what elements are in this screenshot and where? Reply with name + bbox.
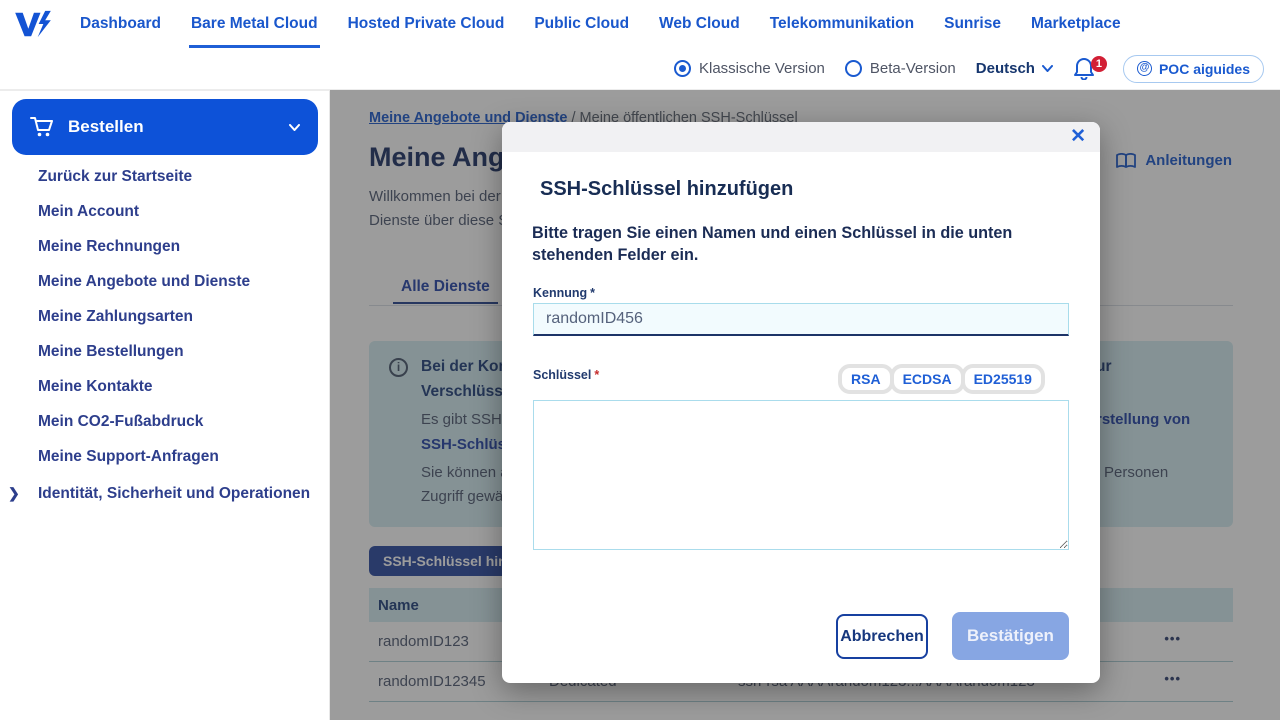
language-label: Deutsch: [975, 60, 1035, 77]
ovh-logo-icon: [15, 10, 51, 38]
nav-marketplace[interactable]: Marketplace: [1029, 0, 1123, 48]
order-button-label: Bestellen: [68, 117, 144, 136]
key-type-toggle-group: RSA ECDSA ED25519: [838, 364, 1045, 394]
beta-version-radio[interactable]: Beta-Version: [844, 60, 956, 77]
key-field-label: Schlüssel *: [533, 368, 599, 382]
notifications-button[interactable]: 1: [1073, 55, 1107, 82]
chevron-down-icon: [1041, 65, 1053, 72]
notification-badge: 1: [1090, 55, 1107, 72]
radio-unselected-icon[interactable]: [844, 60, 862, 77]
cancel-button[interactable]: Abbrechen: [836, 614, 928, 659]
modal-description: Bitte tragen Sie einen Namen und einen S…: [532, 224, 1013, 264]
user-icon: @: [1136, 61, 1152, 76]
sidebar-item-kontakte[interactable]: Meine Kontakte: [0, 369, 329, 404]
app-frame: Dashboard Bare Metal Cloud Hosted Privat…: [0, 0, 1280, 720]
sidebar-item-co2[interactable]: Mein CO2-Fußabdruck: [0, 404, 329, 439]
key-textarea[interactable]: [533, 400, 1069, 550]
sidebar-item-rechnungen[interactable]: Meine Rechnungen: [0, 229, 329, 264]
modal-header-strip: ✕: [502, 122, 1100, 152]
nav-sunrise[interactable]: Sunrise: [942, 0, 1003, 48]
chevron-down-icon: [289, 123, 300, 131]
top-header: Dashboard Bare Metal Cloud Hosted Privat…: [0, 0, 1280, 48]
key-label-text: Schlüssel: [533, 368, 592, 382]
nav-web-cloud[interactable]: Web Cloud: [657, 0, 742, 48]
classic-version-label: Klassische Version: [698, 60, 825, 77]
close-icon[interactable]: ✕: [1070, 124, 1086, 150]
nav-bare-metal-cloud[interactable]: Bare Metal Cloud: [188, 0, 320, 48]
sidebar-item-angebote-dienste[interactable]: Meine Angebote und Dienste: [0, 264, 329, 299]
account-button[interactable]: @ POC aiguides: [1122, 54, 1264, 83]
sidebar-item-identitaet[interactable]: ❯ Identität, Sicherheit und Operationen: [0, 476, 329, 511]
chevron-right-icon: ❯: [8, 485, 20, 501]
language-selector[interactable]: Deutsch: [976, 60, 1053, 77]
sidebar: Bestellen Zurück zur Startseite Mein Acc…: [0, 90, 330, 720]
sidebar-item-mein-account[interactable]: Mein Account: [0, 194, 329, 229]
key-type-ed25519-button[interactable]: ED25519: [960, 364, 1045, 394]
beta-version-label: Beta-Version: [869, 60, 956, 77]
secondary-header: Klassische Version Beta-Version Deutsch …: [0, 48, 1280, 90]
nav-hosted-private-cloud[interactable]: Hosted Private Cloud: [346, 0, 507, 48]
name-field-label: Kennung *: [533, 286, 595, 300]
modal-title: SSH-Schlüssel hinzufügen: [540, 178, 794, 200]
sidebar-item-identitaet-label: Identität, Sicherheit und Operationen: [38, 485, 311, 502]
name-label-text: Kennung: [533, 286, 588, 300]
required-asterisk: *: [590, 286, 596, 300]
cart-icon: [30, 117, 53, 137]
name-input[interactable]: [533, 303, 1069, 336]
account-label: POC aiguides: [1158, 60, 1250, 77]
nav-telekommunikation[interactable]: Telekommunikation: [768, 0, 916, 48]
radio-selected-icon[interactable]: [673, 60, 691, 77]
main-nav: Dashboard Bare Metal Cloud Hosted Privat…: [78, 0, 1123, 48]
add-ssh-key-modal: ✕ SSH-Schlüssel hinzufügen Bitte tragen …: [502, 122, 1100, 683]
nav-public-cloud[interactable]: Public Cloud: [532, 0, 631, 48]
key-type-rsa-button[interactable]: RSA: [838, 364, 894, 394]
sidebar-item-support[interactable]: Meine Support-Anfragen: [0, 439, 329, 474]
classic-version-radio[interactable]: Klassische Version: [673, 60, 825, 77]
confirm-button[interactable]: Bestätigen: [952, 612, 1069, 660]
sidebar-item-bestellungen[interactable]: Meine Bestellungen: [0, 334, 329, 369]
order-button[interactable]: Bestellen: [12, 99, 318, 155]
key-type-ecdsa-button[interactable]: ECDSA: [889, 364, 965, 394]
required-asterisk-red: *: [594, 368, 600, 382]
sidebar-item-zahlungsarten[interactable]: Meine Zahlungsarten: [0, 299, 329, 334]
nav-dashboard[interactable]: Dashboard: [78, 0, 163, 48]
sidebar-item-startseite[interactable]: Zurück zur Startseite: [0, 159, 329, 194]
